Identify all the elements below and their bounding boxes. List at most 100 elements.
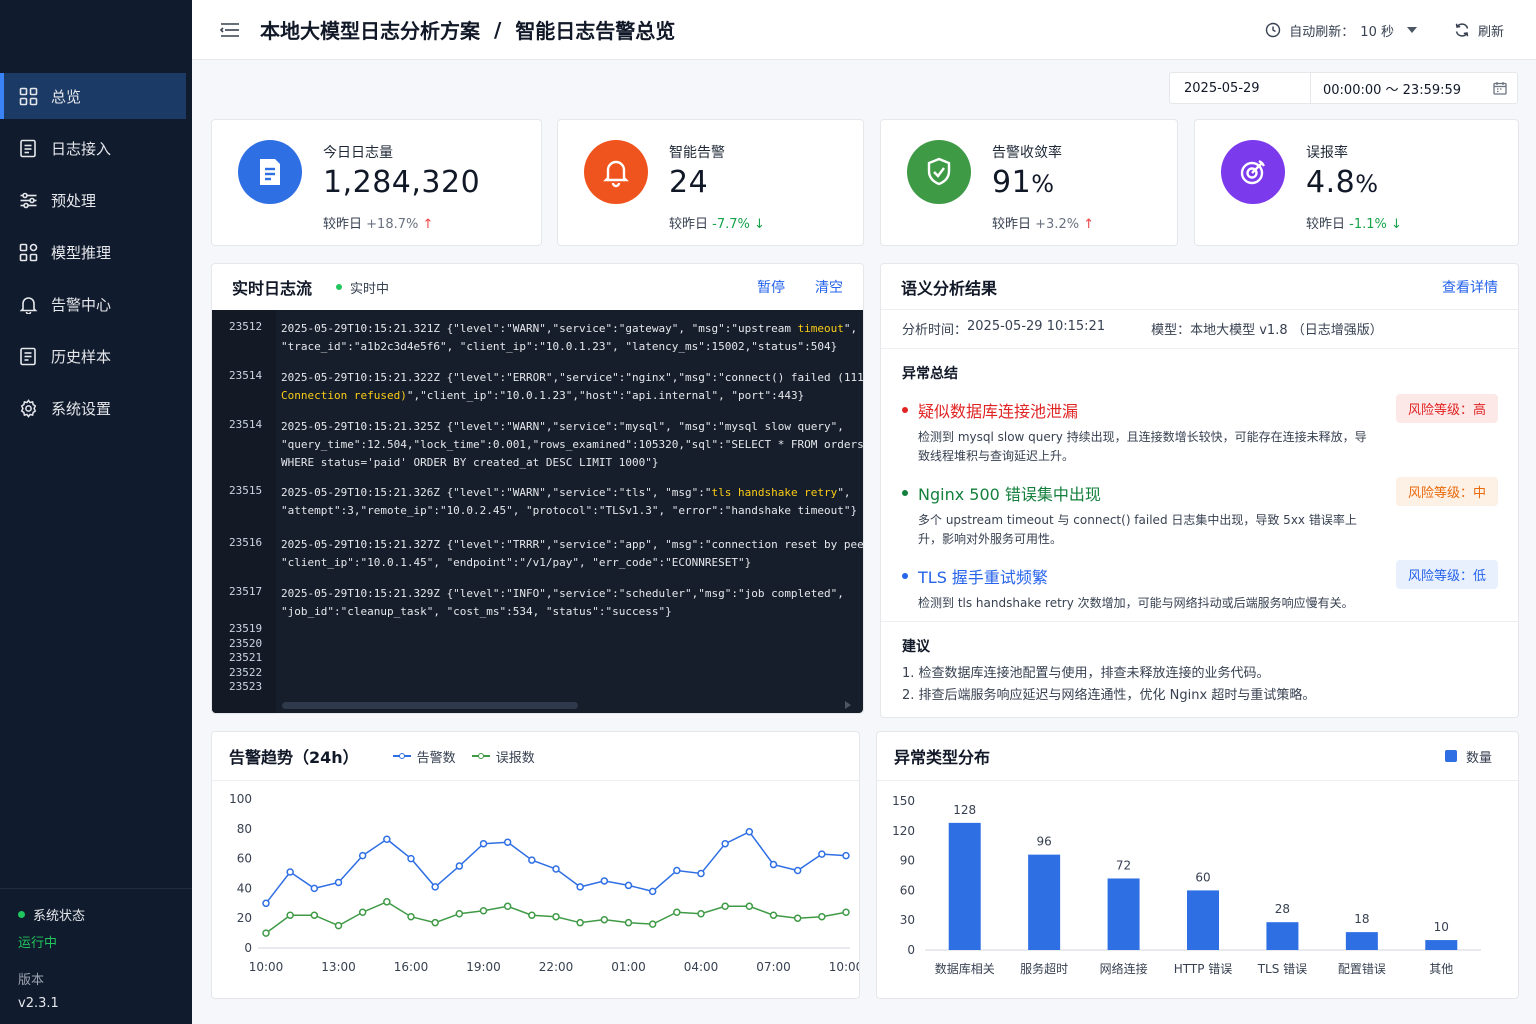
anomaly-item[interactable]: 疑似数据库连接池泄漏 检测到 mysql slow query 持续出现，且连接数… bbox=[902, 394, 1498, 466]
date-input[interactable]: 2025-05-29 bbox=[1170, 73, 1311, 103]
false-alarms-data-point bbox=[479, 907, 488, 915]
anomaly-item[interactable]: Nginx 500 错误集中出现 多个 upstream timeout 与 co… bbox=[902, 477, 1498, 549]
legend-alerts[interactable]: 告警数 bbox=[392, 747, 456, 766]
compare-label: 较昨日 bbox=[1306, 217, 1346, 232]
false-alarms-data-point bbox=[673, 908, 681, 916]
clear-button[interactable]: 清空 bbox=[815, 277, 843, 297]
false-alarms-data-point bbox=[648, 920, 657, 928]
risk-badge: 风险等级：低 bbox=[1395, 560, 1498, 589]
line-number: 23516 bbox=[229, 536, 263, 549]
bar bbox=[1345, 932, 1378, 950]
sidebar-item-overview[interactable]: 总览 bbox=[0, 73, 186, 119]
sidebar-item-label: 总览 bbox=[51, 87, 82, 106]
bar bbox=[1028, 854, 1061, 950]
calendar-icon[interactable] bbox=[1493, 81, 1507, 95]
gear-icon bbox=[18, 398, 38, 418]
legend-count[interactable]: 数量 bbox=[1444, 747, 1492, 766]
anomaly-description: 检测到 tls handshake retry 次数增加，可能与网络抖动或后端服… bbox=[918, 596, 1354, 610]
alerts-data-point bbox=[552, 865, 560, 873]
arrow-up-icon: ↑ bbox=[1083, 217, 1095, 232]
bar-value-label: 10 bbox=[1434, 920, 1449, 934]
refresh-button[interactable]: 刷新 bbox=[1454, 21, 1504, 40]
bar bbox=[1266, 922, 1299, 950]
bar-value-label: 28 bbox=[1275, 902, 1290, 916]
bar-value-label: 128 bbox=[953, 803, 976, 817]
breadcrumb-root[interactable]: 本地大模型日志分析方案 bbox=[260, 15, 480, 44]
summary-title: 异常总结 bbox=[902, 366, 958, 382]
time-range-input[interactable]: 00:00:00 ～ 23:59:59 bbox=[1311, 79, 1517, 98]
false-alarms-data-point bbox=[455, 909, 464, 918]
log-segment: "job_id":"cleanup_task", "cost_ms":534, … bbox=[281, 605, 672, 618]
arrow-down-icon: ↓ bbox=[754, 217, 765, 232]
alert-trend-panel: 告警趋势（24h） 告警数 误报数 0 20 40 60 80 100 10:00 13:00… bbox=[211, 731, 860, 999]
trend-header: 告警趋势（24h） 告警数 误报数 bbox=[212, 732, 859, 781]
bell-icon bbox=[18, 294, 38, 314]
alerts-data-point bbox=[648, 887, 657, 896]
pause-button[interactable]: 暂停 bbox=[757, 277, 785, 297]
version-label: 版本 bbox=[18, 973, 45, 988]
false-alarms-data-point bbox=[793, 914, 802, 922]
line-number: 23514 bbox=[229, 369, 263, 382]
bar bbox=[948, 822, 981, 950]
system-status: 系统状态 bbox=[18, 905, 174, 924]
menu-icon[interactable] bbox=[220, 22, 240, 38]
sidebar-item-preprocess[interactable]: 预处理 bbox=[0, 177, 192, 223]
legend-false-alarms[interactable]: 误报数 bbox=[471, 747, 535, 766]
horizontal-scrollbar[interactable] bbox=[282, 702, 578, 709]
line-number: 23522 bbox=[229, 665, 263, 679]
category-label: 网络连接 bbox=[1100, 961, 1148, 976]
sidebar-item-model-inference[interactable]: 模型推理 bbox=[0, 229, 192, 275]
view-details-link[interactable]: 查看详情 bbox=[1442, 277, 1498, 297]
x-tick-label: 10:00 bbox=[829, 960, 859, 974]
version-value: v2.3.1 bbox=[18, 996, 59, 1011]
false-alarms-data-point bbox=[310, 911, 319, 919]
document-list-icon bbox=[260, 159, 280, 185]
x-tick-label: 04:00 bbox=[684, 960, 719, 974]
category-label: 服务超时 bbox=[1020, 961, 1068, 976]
alerts-data-point bbox=[818, 850, 826, 858]
clock-icon bbox=[1266, 22, 1281, 38]
sidebar-item-alert-center[interactable]: 告警中心 bbox=[0, 281, 192, 327]
sidebar-item-settings[interactable]: 系统设置 bbox=[0, 385, 192, 431]
alerts-data-point bbox=[479, 839, 488, 848]
page-title: 智能日志告警总览 bbox=[515, 19, 676, 43]
alerts-data-point bbox=[528, 856, 536, 864]
stat-unit: % bbox=[1355, 170, 1379, 198]
alerts-data-point bbox=[842, 851, 850, 860]
compare-label: 较昨日 bbox=[669, 217, 709, 232]
stat-icon-circle bbox=[238, 140, 302, 204]
log-console[interactable]: 23512 2025-05-29T10:15:21.321Z {"level":"… bbox=[212, 310, 863, 713]
delta-value: +3.2% bbox=[1035, 217, 1080, 232]
alerts-data-point bbox=[431, 883, 439, 891]
alerts-data-point bbox=[407, 854, 415, 863]
stat-value: 24 bbox=[669, 165, 708, 200]
system-status-label: 系统状态 bbox=[33, 909, 86, 924]
sidebar-item-log-ingest[interactable]: 日志接入 bbox=[0, 125, 192, 171]
bullet bbox=[902, 573, 908, 579]
scroll-right-arrow-icon[interactable] bbox=[845, 701, 851, 709]
x-tick-label: 22:00 bbox=[539, 960, 574, 974]
distribution-header: 异常类型分布 数量 bbox=[877, 732, 1518, 781]
date-range-picker[interactable]: 2025-05-29 00:00:00 ～ 23:59:59 bbox=[1169, 72, 1518, 104]
refresh-icon bbox=[1455, 23, 1469, 37]
sidebar: 总览 日志接入 预处理 模型推理 告警中心 历史样本 系统设置 系统状态 运行中… bbox=[0, 0, 192, 1024]
auto-refresh-select[interactable]: 自动刷新： 10 秒 bbox=[1265, 21, 1426, 40]
x-tick-label: 19:00 bbox=[466, 960, 501, 974]
false-alarms-data-point bbox=[721, 902, 729, 911]
category-label: HTTP 错误 bbox=[1174, 962, 1233, 976]
false-alarms-data-point bbox=[383, 898, 391, 906]
system-status-value: 运行中 bbox=[18, 936, 58, 951]
alerts-data-point bbox=[673, 866, 681, 875]
line-number: 23520 bbox=[229, 636, 263, 650]
sidebar-item-history[interactable]: 历史样本 bbox=[0, 333, 192, 379]
model-name: 本地大模型 v1.8 （日志增强版） bbox=[1190, 323, 1383, 338]
alerts-data-point bbox=[286, 868, 294, 876]
alerts-data-point bbox=[697, 869, 705, 878]
analysis-time: 2025-05-29 10:15:21 bbox=[967, 319, 1106, 334]
stat-value: 1,284,320 bbox=[323, 165, 480, 200]
distribution-title: 异常类型分布 bbox=[894, 748, 991, 767]
legend-swatch-green bbox=[471, 753, 490, 759]
auto-refresh-label: 自动刷新： bbox=[1289, 24, 1355, 40]
bar-value-label: 96 bbox=[1037, 835, 1052, 849]
anomaly-item[interactable]: TLS 握手重试频繁 检测到 tls handshake retry 次数增加，可… bbox=[902, 560, 1498, 613]
